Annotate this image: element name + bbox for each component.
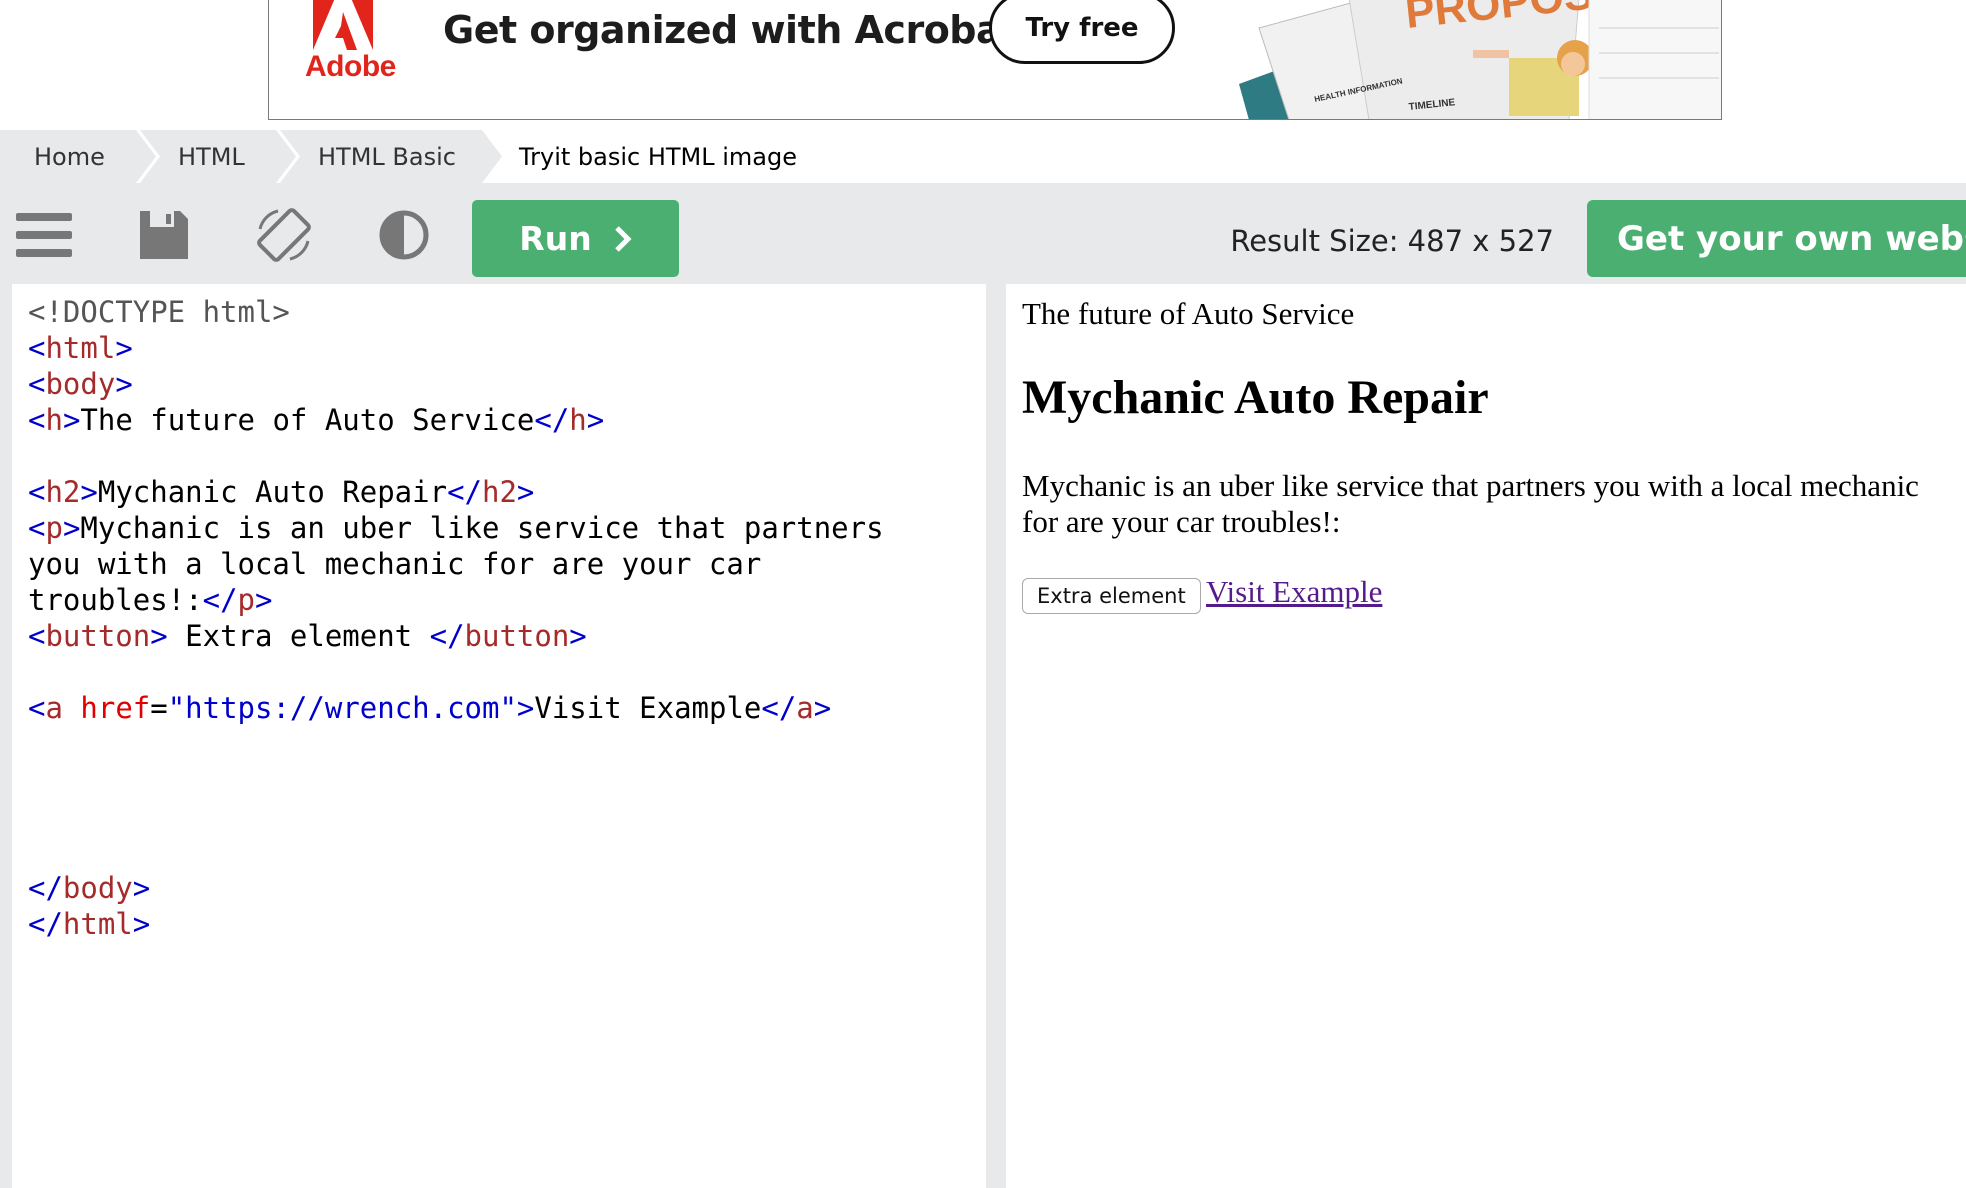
code-line[interactable]: troubles!:</p> [28,582,884,618]
ad-banner[interactable]: Adobe Get organized with Acrobat. Try fr… [268,0,1722,120]
code-line[interactable]: ​ [28,834,884,870]
code-editor[interactable]: <!DOCTYPE html> <html> <body> <h>The future… [12,284,986,1188]
get-own-website-button[interactable]: Get your own website [1587,200,1966,277]
code-line[interactable]: ​ [28,798,884,834]
contrast-icon[interactable] [374,205,434,265]
menu-icon[interactable] [14,205,74,265]
ad-artwork: PROPOSAL TIMELINE HEALTH INFORMATION [1239,0,1721,119]
code-line[interactable]: <h2>Mychanic Auto Repair</h2> [28,474,884,510]
chevron-right-icon [614,225,632,252]
code-line[interactable]: </html> [28,906,884,942]
try-free-button[interactable]: Try free [989,0,1175,64]
code-line[interactable]: <html> [28,330,884,366]
ad-brand: Adobe [305,50,396,83]
code-line[interactable]: ​ [28,726,884,762]
code-line[interactable]: <button> Extra element </button> [28,618,884,654]
code-line[interactable]: ​ [28,762,884,798]
breadcrumb: Home HTML HTML Basic Tryit basic HTML im… [0,130,1966,183]
code-line[interactable]: you with a local mechanic for are your c… [28,546,884,582]
result-heading-h: The future of Auto Service [1022,296,1355,331]
visit-example-link[interactable]: Visit Example [1206,574,1382,610]
breadcrumb-home[interactable]: Home [34,130,105,183]
code-line[interactable]: <body> [28,366,884,402]
result-heading-h2: Mychanic Auto Repair [1022,371,1489,424]
code-line[interactable]: <h>The future of Auto Service</h> [28,402,884,438]
ad-headline: Get organized with Acrobat. [443,8,1033,52]
extra-element-button[interactable]: Extra element [1022,578,1201,614]
result-paragraph: Mychanic is an uber like service that pa… [1022,468,1919,539]
breadcrumb-html-basic[interactable]: HTML Basic [318,130,456,183]
save-icon[interactable] [134,205,194,265]
code-line[interactable]: ​ [28,654,884,690]
code-line[interactable]: <p>Mychanic is an uber like service that… [28,510,884,546]
code-line[interactable]: </body> [28,870,884,906]
code-text[interactable]: <!DOCTYPE html> <html> <body> <h>The future… [28,294,884,942]
result-pane: The future of Auto Service Mychanic Auto… [1006,284,1966,1188]
run-label: Run [519,219,592,258]
code-line[interactable]: <!DOCTYPE html> [28,294,884,330]
ad-banner-strip: Adobe Get organized with Acrobat. Try fr… [0,0,1966,130]
code-line[interactable]: <a href="https://wrench.com">Visit Examp… [28,690,884,726]
result-size-label: Result Size: 487 x 527 [1230,224,1554,258]
pane-divider[interactable] [986,284,1004,1188]
run-button[interactable]: Run [472,200,679,277]
breadcrumb-html[interactable]: HTML [178,130,245,183]
breadcrumb-current: Tryit basic HTML image [519,142,798,171]
code-line[interactable]: ​ [28,438,884,474]
rotate-icon[interactable] [254,205,314,265]
